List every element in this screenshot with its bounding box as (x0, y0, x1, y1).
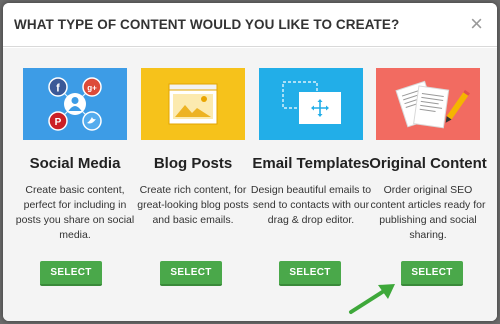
card-title: Original Content (369, 155, 487, 172)
modal-header: WHAT TYPE OF CONTENT WOULD YOU LIKE TO C… (3, 3, 497, 47)
select-button-social-media[interactable]: SELECT (40, 261, 102, 286)
select-button-blog-posts[interactable]: SELECT (160, 261, 222, 286)
browser-window-icon (141, 68, 245, 140)
card-description: Create basic content, perfect for includ… (15, 184, 135, 241)
card-description: Design beautiful emails to send to conta… (250, 184, 372, 226)
card-description: Order original SEO content articles read… (370, 184, 486, 241)
close-button[interactable]: × (470, 13, 483, 35)
svg-text:g+: g+ (87, 84, 97, 93)
modal-title: WHAT TYPE OF CONTENT WOULD YOU LIKE TO C… (14, 17, 400, 32)
card-email-templates: Email Templates Design beautiful emails … (251, 68, 371, 228)
social-network-icon: f g+ P (23, 68, 127, 140)
select-button-original-content[interactable]: SELECT (401, 261, 463, 286)
drag-drop-icon (259, 68, 363, 140)
content-type-modal: WHAT TYPE OF CONTENT WOULD YOU LIKE TO C… (3, 3, 497, 321)
card-original-content: Original Content Order original SEO cont… (369, 68, 487, 243)
select-button-email-templates[interactable]: SELECT (279, 261, 341, 286)
svg-text:P: P (55, 117, 62, 128)
documents-pen-icon (376, 68, 480, 140)
modal-body: f g+ P Social Media Create basic content… (3, 48, 497, 321)
card-description: Create rich content, for great-looking b… (137, 184, 249, 226)
card-blog-posts: Blog Posts Create rich content, for grea… (137, 68, 249, 228)
card-social-media: f g+ P Social Media Create basic content… (16, 68, 134, 243)
green-arrow-icon (349, 284, 395, 314)
svg-text:f: f (56, 83, 60, 95)
